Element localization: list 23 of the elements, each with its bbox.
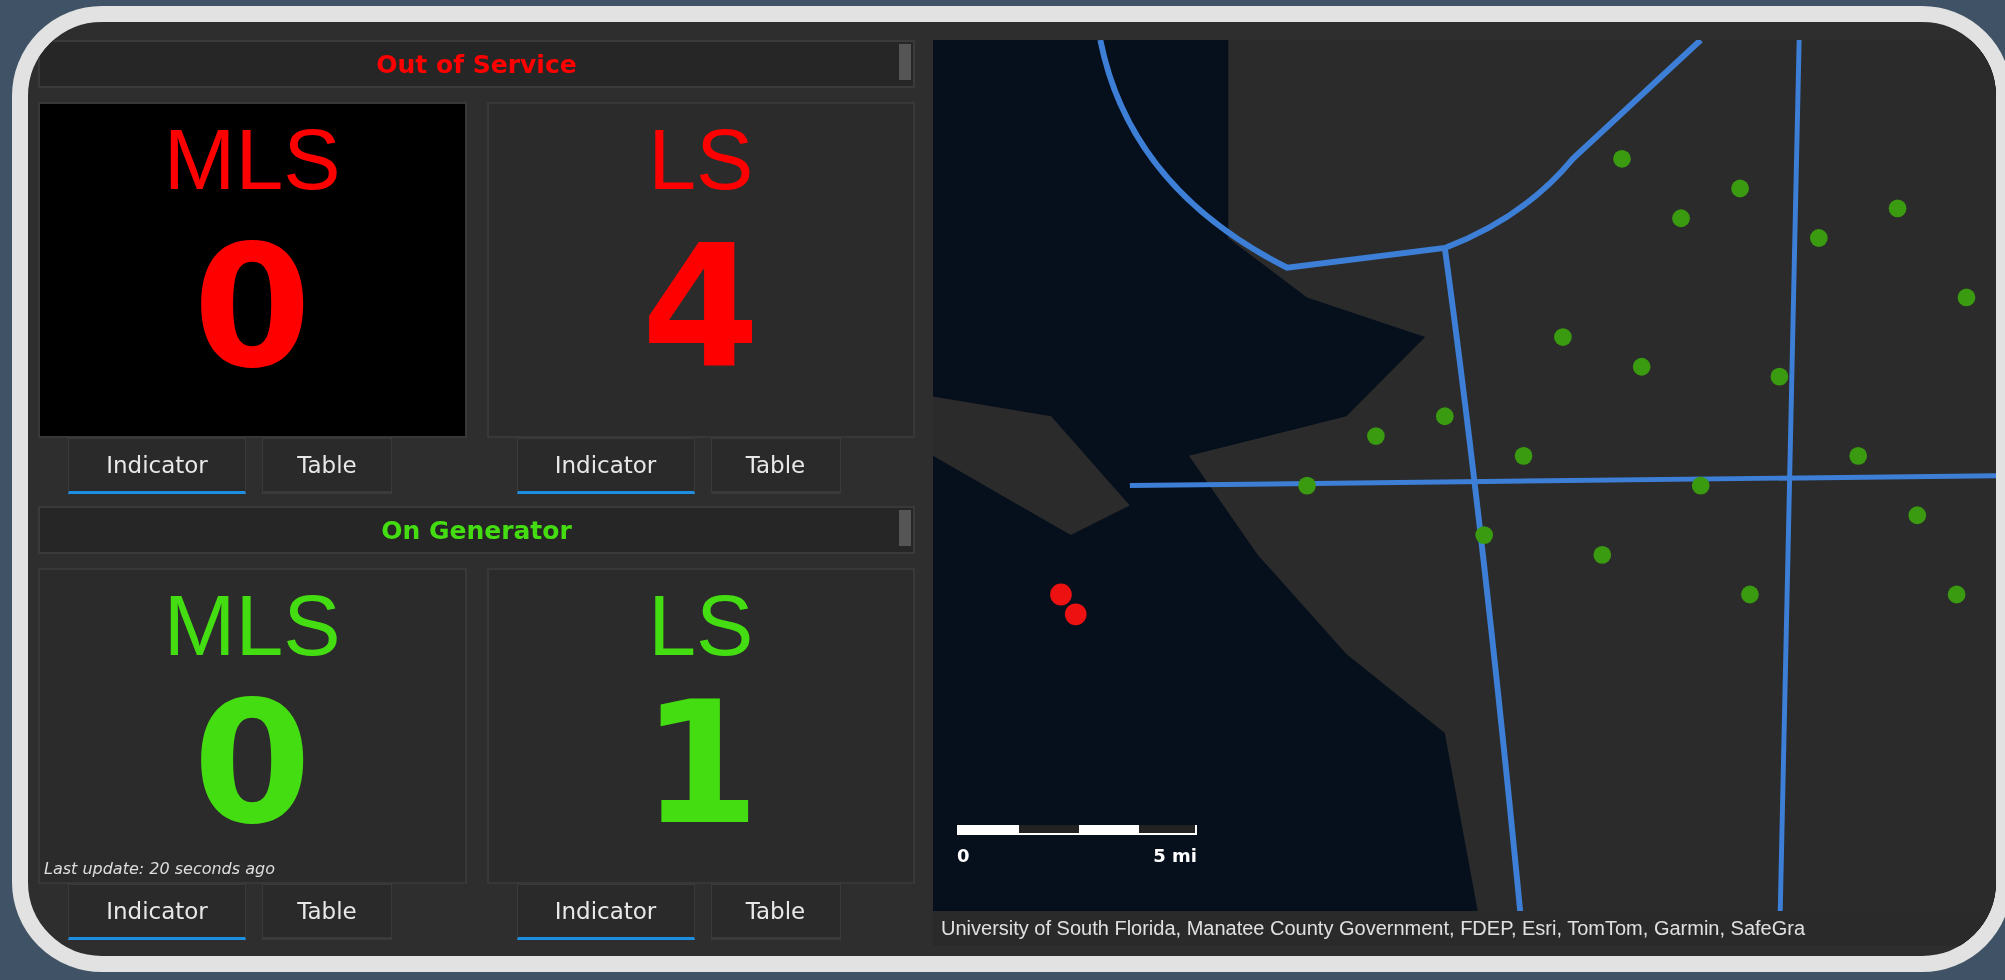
scrollbar-thumb[interactable] bbox=[899, 44, 911, 80]
view-tab[interactable]: Table bbox=[262, 884, 392, 940]
section-title: On Generator bbox=[381, 515, 572, 545]
view-tab[interactable]: Table bbox=[710, 884, 841, 940]
indicator-label: LS bbox=[648, 116, 754, 202]
indicator-value: 0 bbox=[193, 222, 312, 392]
last-update-text: Last update: 20 seconds ago bbox=[44, 859, 275, 878]
view-tab[interactable]: Indicator bbox=[68, 884, 246, 940]
view-tab[interactable]: Indicator bbox=[68, 438, 246, 494]
view-tab[interactable]: Table bbox=[262, 438, 392, 494]
indicator-value: 1 bbox=[641, 678, 760, 848]
indicator-value: 4 bbox=[641, 222, 760, 392]
scrollbar-thumb[interactable] bbox=[899, 510, 911, 546]
view-tab[interactable]: Indicator bbox=[516, 438, 695, 494]
view-tab[interactable]: Indicator bbox=[516, 884, 695, 940]
indicator-value: 0 bbox=[193, 678, 312, 848]
view-tab[interactable]: Table bbox=[710, 438, 841, 494]
section-title: Out of Service bbox=[376, 49, 577, 79]
indicator-label: MLS bbox=[163, 116, 341, 202]
indicator-label: MLS bbox=[163, 582, 341, 668]
scale-label: 5 mi bbox=[1153, 845, 1197, 866]
scale-label: 0 bbox=[957, 845, 970, 866]
indicator-label: LS bbox=[648, 582, 754, 668]
